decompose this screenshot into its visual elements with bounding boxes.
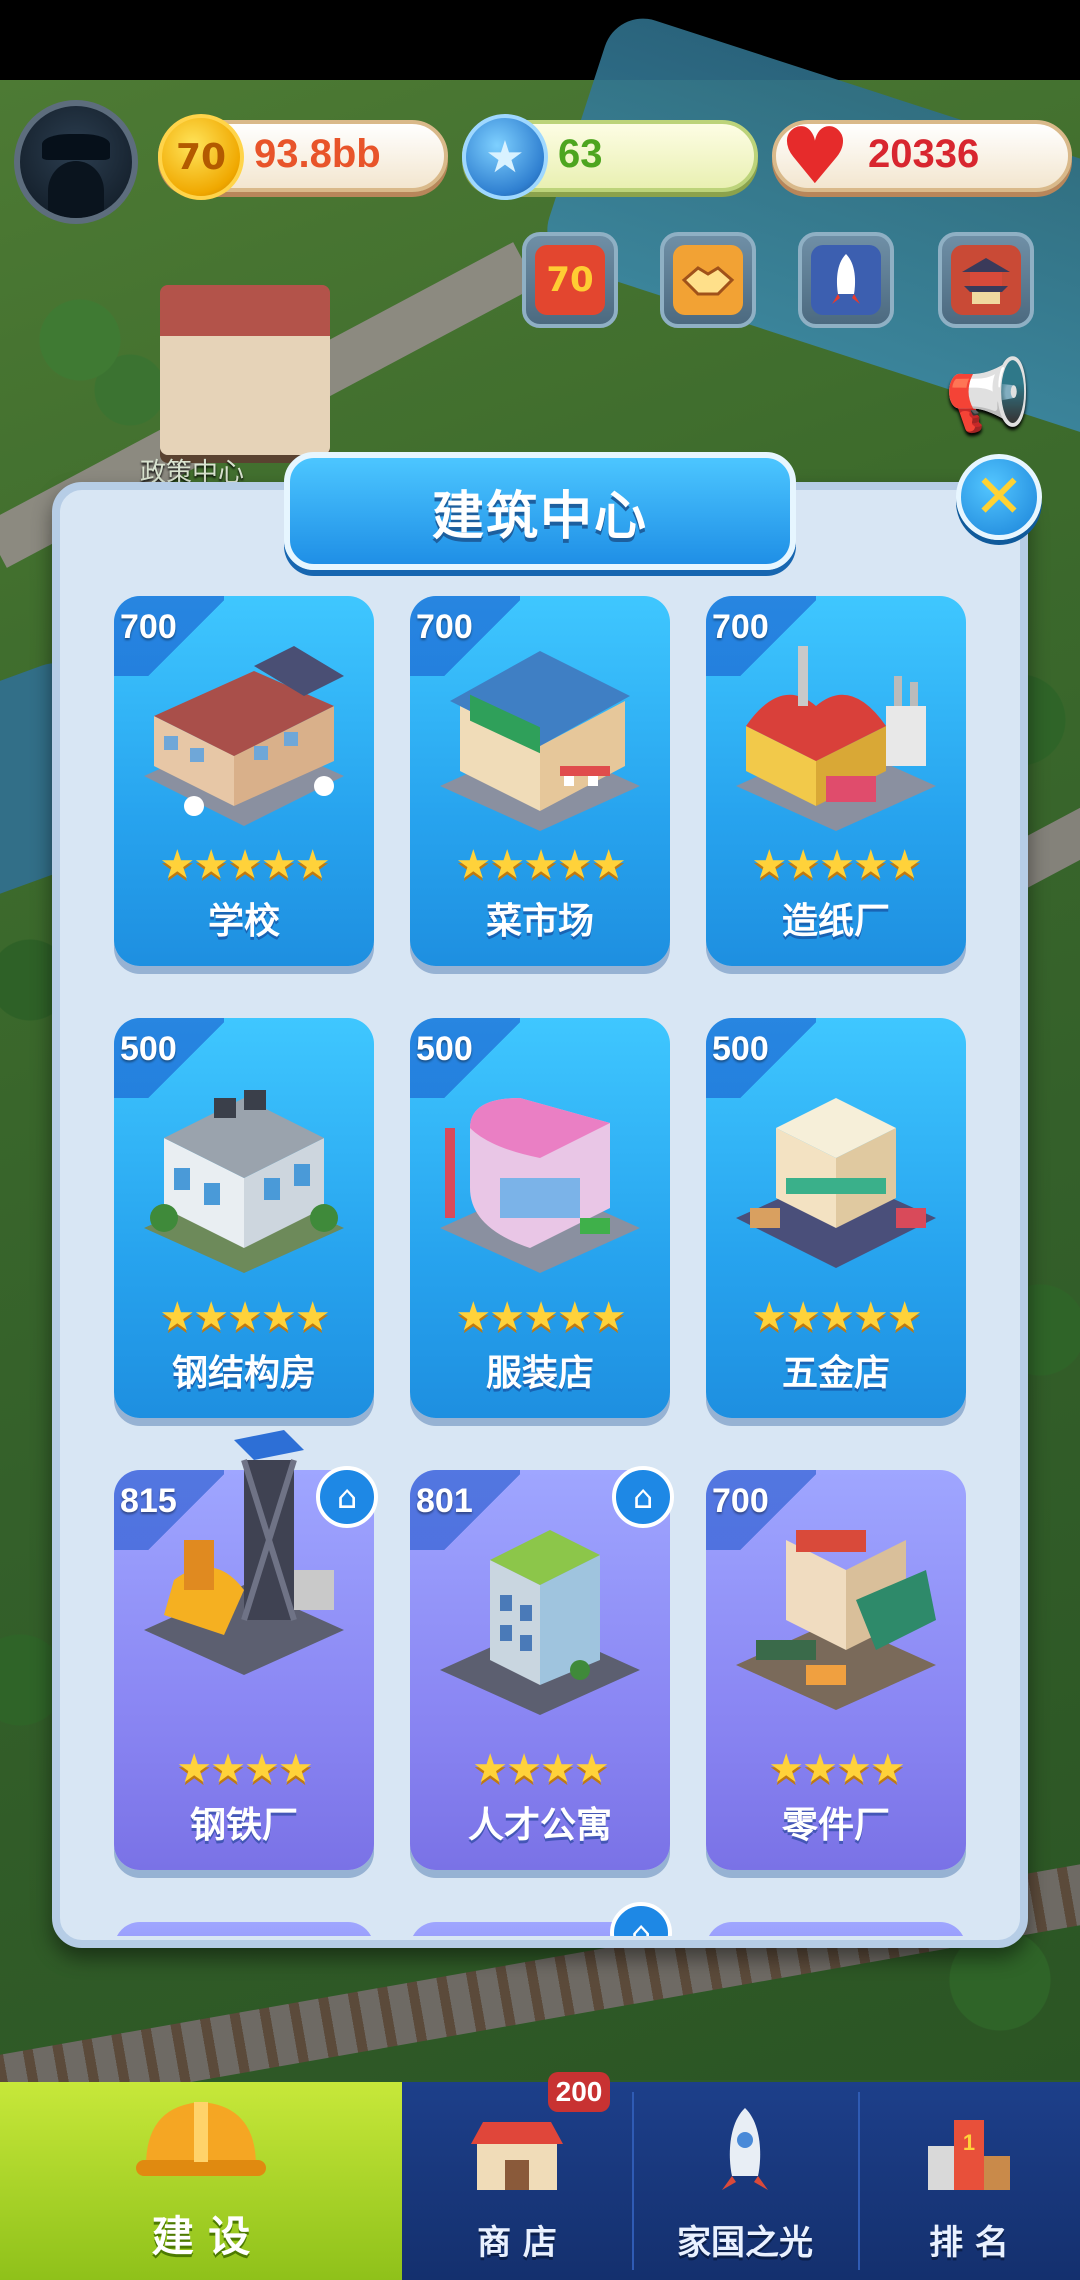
building-card-steel-mill[interactable]: 815 ⌂ ★★★★ 钢铁厂 [114, 1430, 378, 1870]
level-70-button[interactable]: 70 [522, 232, 618, 328]
hardware-store-image [726, 1068, 946, 1268]
pagoda-icon [951, 245, 1021, 315]
coin-value: 93.8bb [254, 132, 381, 176]
star-rating: ★★★★★ [159, 1294, 330, 1340]
hardhat-icon [136, 2086, 266, 2201]
star-rating: ★★★★ [472, 1746, 609, 1792]
building-card-partial[interactable]: ⌂ [410, 1902, 672, 1936]
panel-title-tab: 建筑中心 [284, 452, 796, 570]
building-card-steel-structure-house[interactable]: 500 ★★★★★ 钢结构房 [114, 1018, 374, 1418]
player-avatar[interactable] [14, 100, 138, 224]
ranking-icon: 1 [924, 2110, 1014, 2213]
market-building-image [430, 636, 650, 836]
card-price: 500 [712, 1030, 769, 1068]
close-button[interactable]: ✕ [956, 454, 1042, 540]
close-icon: ✕ [973, 462, 1025, 532]
star-value: 63 [558, 132, 603, 176]
handshake-button[interactable] [660, 232, 756, 328]
star-rating: ★★★★★ [751, 1294, 922, 1340]
building-card-talent-apartment[interactable]: 801 ⌂ ★★★★ 人才公寓 [410, 1466, 674, 1870]
level-70-icon: 70 [535, 245, 605, 315]
star-icon: ★ [462, 114, 548, 200]
pagoda-button[interactable] [938, 232, 1034, 328]
avatar-hat [42, 134, 110, 160]
steel-mill-image [134, 1430, 354, 1680]
speaker-icon[interactable]: 📢 [938, 350, 1038, 440]
nav-national-glory[interactable]: 家国之光 [632, 2082, 858, 2280]
panel-title: 建筑中心 [431, 486, 648, 547]
star-rating: ★★★★ [176, 1746, 313, 1792]
star-rating: ★★★★★ [159, 842, 330, 888]
star-rating: ★★★★ [768, 1746, 905, 1792]
rocket-icon [811, 245, 881, 315]
parts-factory-image [726, 1500, 946, 1710]
building-card-market[interactable]: 700 ★★★★★ 菜市场 [410, 596, 670, 966]
shop-badge: 200 [548, 2072, 610, 2112]
card-name: 菜市场 [485, 901, 594, 942]
nav-label: 商 店 [477, 2223, 557, 2263]
steel-structure-house-image [134, 1068, 354, 1273]
nav-build[interactable]: 建 设 [0, 2082, 402, 2280]
clothing-store-image [430, 1068, 650, 1273]
star-rating: ★★★★★ [751, 842, 922, 888]
handshake-icon [673, 245, 743, 315]
card-price: 500 [416, 1030, 473, 1068]
svg-text:1: 1 [963, 2130, 975, 2155]
rocket-icon [710, 2104, 780, 2213]
card-name: 人才公寓 [467, 1805, 612, 1846]
coin-icon: 70 [158, 114, 244, 200]
coin-counter[interactable]: 70 93.8bb [158, 114, 448, 200]
star-counter[interactable]: ★ 63 [462, 114, 758, 200]
building-grid: 700 ★★★★★ 学校 700 ★★★★★ 菜市场 700 ★★★★★ 造纸厂… [56, 596, 976, 1936]
card-name: 五金店 [781, 1353, 890, 1394]
bottom-nav: 建 设 商 店 家国之光 1 排 名 [0, 2082, 1080, 2280]
status-bar [0, 0, 1080, 80]
nav-label: 家国之光 [677, 2223, 813, 2263]
shop-icon [467, 2114, 567, 2213]
rocket-event-button[interactable] [798, 232, 894, 328]
paper-mill-building-image [726, 636, 946, 836]
card-name: 零件厂 [781, 1805, 890, 1846]
nav-ranking[interactable]: 1 排 名 [858, 2082, 1080, 2280]
heart-counter[interactable]: ♥ 20336 [772, 118, 1072, 196]
card-name: 学校 [207, 901, 280, 942]
card-name: 造纸厂 [781, 901, 890, 942]
star-rating: ★★★★★ [455, 842, 626, 888]
building-card-paper-mill[interactable]: 700 ★★★★★ 造纸厂 [706, 596, 966, 966]
avatar-body [48, 161, 104, 218]
building-card-clothing-store[interactable]: 500 ★★★★★ 服装店 [410, 1018, 670, 1418]
heart-value: 20336 [868, 132, 980, 176]
card-name: 钢结构房 [171, 1353, 316, 1394]
card-name: 钢铁厂 [189, 1805, 298, 1846]
home-icon[interactable]: ⌂ [610, 1902, 672, 1936]
building-card-partial[interactable] [706, 1922, 966, 1936]
heart-icon: ♥ [780, 112, 850, 202]
building-card-parts-factory[interactable]: 700 ★★★★ 零件厂 [706, 1470, 966, 1870]
building-card-partial[interactable] [114, 1922, 374, 1936]
building-card-school[interactable]: 700 ★★★★★ 学校 [114, 596, 374, 966]
card-price: 500 [120, 1030, 177, 1068]
building-card-hardware-store[interactable]: 500 ★★★★★ 五金店 [706, 1018, 966, 1418]
policy-center-building[interactable] [160, 285, 330, 455]
card-name: 服装店 [485, 1353, 594, 1394]
star-rating: ★★★★★ [455, 1294, 626, 1340]
school-building-image [134, 636, 354, 836]
nav-label: 建 设 [151, 2212, 251, 2261]
talent-apartment-image [430, 1500, 650, 1715]
nav-label: 排 名 [929, 2223, 1009, 2263]
